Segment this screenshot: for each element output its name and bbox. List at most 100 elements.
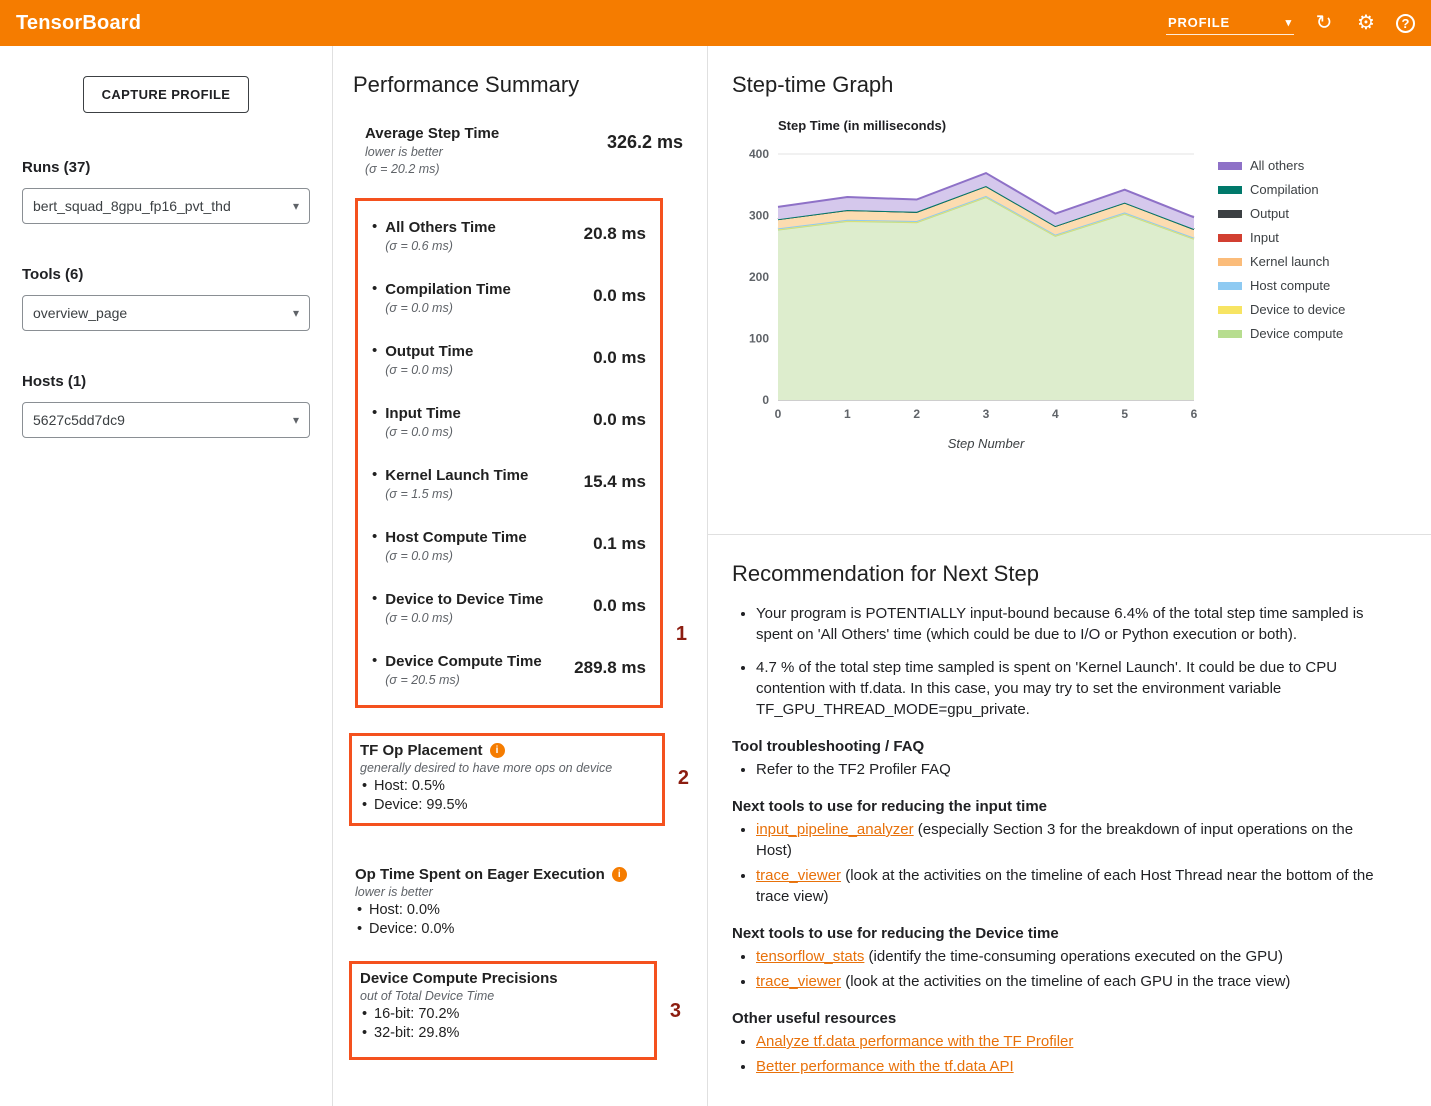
resource-item: Better performance with the tf.data API (756, 1056, 1391, 1077)
legend-label: Host compute (1250, 278, 1330, 293)
step-time-chart: Step Time (in milliseconds)0100200300400… (732, 114, 1202, 464)
eager-execution-section: Op Time Spent on Eager Execution i lower… (355, 866, 687, 939)
tf-op-placement-subtext: generally desired to have more ops on de… (360, 761, 652, 775)
metric-sigma: (σ = 0.0 ms) (385, 610, 543, 627)
metric-row: Kernel Launch Time (σ = 1.5 ms) 15.4 ms (360, 453, 650, 515)
svg-text:5: 5 (1121, 407, 1128, 421)
tfdata-profiler-link[interactable]: Analyze tf.data performance with the TF … (756, 1033, 1073, 1050)
tf-op-placement-host: Host: 0.5% (360, 777, 652, 796)
link-description: (identify the time-consuming operations … (864, 948, 1283, 965)
metric-label: Output Time (385, 342, 473, 362)
recommendation-bullet: 4.7 % of the total step time sampled is … (756, 657, 1391, 720)
tools-select[interactable]: overview_page ▾ (22, 295, 310, 331)
annotation-box-3: 3 Device Compute Precisions out of Total… (349, 961, 657, 1060)
metric-row: Input Time (σ = 0.0 ms) 0.0 ms (360, 391, 650, 453)
metric-value: 326.2 ms (607, 124, 683, 178)
metric-label: All Others Time (385, 218, 496, 238)
metric-sigma: (σ = 0.0 ms) (385, 424, 461, 441)
info-icon[interactable]: i (612, 867, 627, 882)
dashboard-selector[interactable]: PROFILE ▾ (1166, 11, 1294, 35)
faq-item: Refer to the TF2 Profiler FAQ (756, 759, 1391, 780)
legend-item: Input (1218, 230, 1345, 245)
trace-viewer-link[interactable]: trace_viewer (756, 867, 841, 884)
recommendation-bullet: Your program is POTENTIALLY input-bound … (756, 603, 1391, 645)
input-pipeline-analyzer-link[interactable]: input_pipeline_analyzer (756, 821, 914, 838)
eager-host: Host: 0.0% (355, 901, 687, 920)
gear-icon[interactable]: ⚙ (1354, 11, 1378, 35)
link-description: (look at the activities on the timeline … (756, 867, 1374, 905)
top-app-bar: TensorBoard PROFILE ▾ ↻ ⚙ ? (0, 0, 1431, 46)
tfdata-api-link[interactable]: Better performance with the tf.data API (756, 1058, 1014, 1075)
legend-swatch (1218, 162, 1242, 170)
legend-label: All others (1250, 158, 1304, 173)
svg-text:100: 100 (749, 332, 769, 346)
app-title: TensorBoard (16, 12, 141, 35)
metric-sigma: (σ = 20.2 ms) (365, 161, 499, 178)
metric-sigma: (σ = 0.0 ms) (385, 300, 511, 317)
metric-label: Device to Device Time (385, 590, 543, 610)
metric-value: 0.1 ms (593, 528, 646, 554)
svg-text:Step Number: Step Number (948, 436, 1025, 451)
metric-row: All Others Time (σ = 0.6 ms) 20.8 ms (360, 205, 650, 267)
help-icon[interactable]: ? (1396, 14, 1415, 33)
average-step-time-row: Average Step Time lower is better (σ = 2… (365, 124, 683, 178)
capture-profile-button[interactable]: CAPTURE PROFILE (83, 76, 250, 113)
svg-text:400: 400 (749, 147, 769, 161)
legend-swatch (1218, 210, 1242, 218)
runs-select[interactable]: bert_squad_8gpu_fp16_pvt_thd ▾ (22, 188, 310, 224)
chevron-down-icon: ▾ (293, 413, 299, 427)
metric-label: Device Compute Time (385, 652, 541, 672)
metric-row: Device to Device Time (σ = 0.0 ms) 0.0 m… (360, 577, 650, 639)
chevron-down-icon: ▾ (1286, 16, 1292, 29)
recommendation-panel: Recommendation for Next Step Your progra… (708, 535, 1431, 1081)
legend-swatch (1218, 306, 1242, 314)
metric-label: Compilation Time (385, 280, 511, 300)
tensorflow-stats-link[interactable]: tensorflow_stats (756, 948, 864, 965)
step-time-graph-title: Step-time Graph (732, 72, 1407, 98)
tools-label: Tools (6) (22, 266, 310, 283)
hosts-select[interactable]: 5627c5dd7dc9 ▾ (22, 402, 310, 438)
legend-item: Compilation (1218, 182, 1345, 197)
faq-heading: Tool troubleshooting / FAQ (732, 738, 1391, 755)
svg-text:3: 3 (983, 407, 990, 421)
input-tool-item: trace_viewer (look at the activities on … (756, 865, 1391, 907)
hosts-label: Hosts (1) (22, 373, 310, 390)
legend-label: Kernel launch (1250, 254, 1330, 269)
annotation-box-2: 2 TF Op Placement i generally desired to… (349, 733, 665, 826)
legend-swatch (1218, 282, 1242, 290)
precision-32bit: 32-bit: 29.8% (360, 1024, 644, 1043)
annotation-number-1: 1 (676, 623, 687, 646)
metric-label: Kernel Launch Time (385, 466, 528, 486)
metric-subtext: lower is better (365, 144, 499, 161)
chart-legend: All othersCompilationOutputInputKernel l… (1218, 158, 1345, 464)
tf-op-placement-title: TF Op Placement (360, 742, 483, 759)
legend-label: Device to device (1250, 302, 1345, 317)
chevron-down-icon: ▾ (293, 306, 299, 320)
metric-row: Compilation Time (σ = 0.0 ms) 0.0 ms (360, 267, 650, 329)
trace-viewer-link[interactable]: trace_viewer (756, 973, 841, 990)
legend-swatch (1218, 234, 1242, 242)
device-tool-item: trace_viewer (look at the activities on … (756, 971, 1391, 992)
metric-row: Device Compute Time (σ = 20.5 ms) 289.8 … (360, 639, 650, 701)
metric-value: 15.4 ms (584, 466, 646, 492)
info-icon[interactable]: i (490, 743, 505, 758)
legend-item: Kernel launch (1218, 254, 1345, 269)
precision-16bit: 16-bit: 70.2% (360, 1005, 644, 1024)
svg-text:4: 4 (1052, 407, 1059, 421)
input-tools-heading: Next tools to use for reducing the input… (732, 798, 1391, 815)
resources-heading: Other useful resources (732, 1010, 1391, 1027)
performance-summary-panel: Performance Summary Average Step Time lo… (332, 46, 708, 1106)
metric-sigma: (σ = 0.0 ms) (385, 362, 473, 379)
metric-value: 0.0 ms (593, 342, 646, 368)
eager-device: Device: 0.0% (355, 920, 687, 939)
annotation-box-1: 1 All Others Time (σ = 0.6 ms) 20.8 ms C… (355, 198, 663, 708)
tools-select-value: overview_page (33, 305, 127, 321)
metric-row: Host Compute Time (σ = 0.0 ms) 0.1 ms (360, 515, 650, 577)
performance-summary-title: Performance Summary (353, 72, 687, 98)
reload-icon[interactable]: ↻ (1312, 11, 1336, 35)
svg-text:2: 2 (913, 407, 920, 421)
device-tools-heading: Next tools to use for reducing the Devic… (732, 925, 1391, 942)
legend-swatch (1218, 330, 1242, 338)
hosts-select-value: 5627c5dd7dc9 (33, 412, 125, 428)
step-time-graph-panel: Step-time Graph Step Time (in millisecon… (708, 46, 1431, 535)
